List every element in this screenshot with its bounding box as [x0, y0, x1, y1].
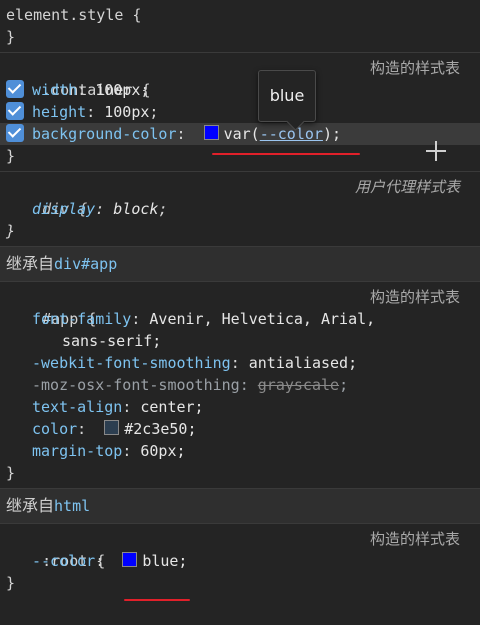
- prop-value-struck[interactable]: grayscale: [258, 376, 339, 394]
- root-rule: :root { 构造的样式表 --color: blue; }: [6, 528, 460, 592]
- root-origin[interactable]: 构造的样式表: [370, 528, 460, 550]
- container-close: }: [6, 147, 16, 165]
- div-close: }: [6, 222, 16, 240]
- prop-name[interactable]: width: [32, 81, 77, 99]
- color-swatch[interactable]: [122, 552, 138, 567]
- prop-name[interactable]: text-align: [32, 398, 122, 416]
- element-style-close: }: [6, 28, 16, 46]
- inherit-source-link[interactable]: html: [54, 497, 90, 515]
- prop-name[interactable]: color: [32, 420, 77, 438]
- var-tail: );: [322, 125, 341, 143]
- app-close: }: [6, 464, 16, 482]
- var-link[interactable]: --color: [260, 125, 323, 143]
- prop-width-row: width: 100px;: [0, 79, 480, 101]
- prop-name[interactable]: --color: [32, 552, 95, 570]
- prop-value[interactable]: #2c3e50;: [124, 420, 196, 438]
- prop-value[interactable]: center;: [140, 398, 203, 416]
- app-origin[interactable]: 构造的样式表: [370, 286, 460, 308]
- prop-background-color-row: background-color: var(--color);: [0, 123, 480, 145]
- prop-value[interactable]: Avenir, Helvetica, Arial,: [149, 310, 375, 328]
- root-close: }: [6, 574, 16, 592]
- annotation-underline-root: [124, 599, 190, 601]
- prop-name[interactable]: font-family: [32, 310, 131, 328]
- prop-height-row: height: 100px;: [0, 101, 480, 123]
- prop-name[interactable]: background-color: [32, 125, 177, 143]
- element-style-selector[interactable]: element.style {: [6, 6, 141, 24]
- add-property-plus-icon[interactable]: [426, 141, 446, 161]
- prop-name[interactable]: height: [32, 103, 86, 121]
- inherited-from-app-header: 继承自div#app: [0, 247, 480, 282]
- var-value-tooltip: blue: [258, 70, 316, 122]
- prop-value: block: [113, 200, 159, 218]
- checkbox-width[interactable]: [6, 80, 24, 98]
- container-origin[interactable]: 构造的样式表: [370, 57, 460, 79]
- color-swatch[interactable]: [104, 420, 120, 435]
- checkbox-height[interactable]: [6, 102, 24, 120]
- prop-name: display: [32, 200, 96, 218]
- inherit-label: 继承自: [6, 496, 55, 515]
- prop-value[interactable]: blue;: [142, 552, 187, 570]
- prop-name[interactable]: -webkit-font-smoothing: [32, 354, 231, 372]
- app-rule: #app { 构造的样式表 font-family: Avenir, Helve…: [0, 282, 480, 489]
- prop-value[interactable]: 60px;: [140, 442, 185, 460]
- prop-value[interactable]: 100px: [104, 103, 149, 121]
- prop-value[interactable]: 100px: [95, 81, 140, 99]
- var-func[interactable]: var(: [224, 125, 260, 143]
- inherit-source-link[interactable]: div#app: [54, 255, 117, 273]
- prop-name-inactive[interactable]: -moz-osx-font-smoothing: [32, 376, 240, 394]
- inherited-from-html-header: 继承自html: [0, 489, 480, 524]
- color-swatch[interactable]: [203, 125, 219, 140]
- prop-value[interactable]: antialiased;: [249, 354, 357, 372]
- annotation-underline-var: [212, 153, 360, 155]
- div-origin: 用户代理样式表: [354, 178, 460, 196]
- div-rule: div { 用户代理样式表 display: block; }: [0, 172, 480, 247]
- element-style-rule: element.style { }: [0, 0, 480, 53]
- prop-tail: ;: [339, 376, 349, 394]
- prop-name[interactable]: margin-top: [32, 442, 122, 460]
- checkbox-background-color[interactable]: [6, 124, 24, 142]
- prop-value-cont[interactable]: sans-serif;: [62, 332, 161, 350]
